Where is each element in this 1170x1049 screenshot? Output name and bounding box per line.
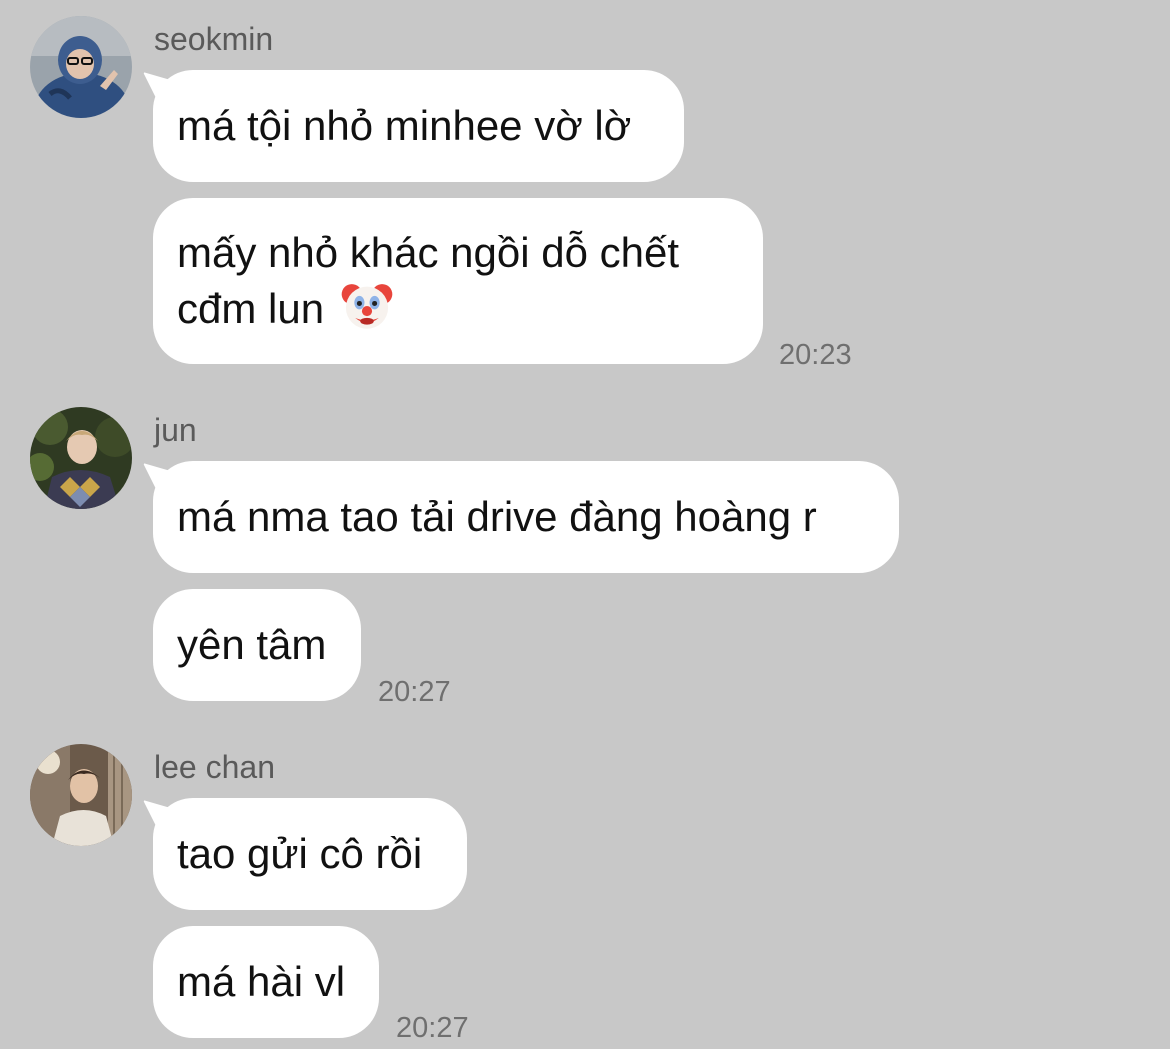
message-text: tao gửi cô rồi [177, 830, 423, 877]
sender-name: jun [154, 412, 197, 448]
message-bubble[interactable]: yên tâm [153, 589, 361, 701]
message-line: mấy nhỏ khác ngồi dỗ chết [177, 229, 679, 276]
message-text: má nma tao tải drive đàng hoàng r [177, 493, 817, 540]
message-text: má tội nhỏ minhee vờ lờ [177, 102, 632, 149]
avatar-jun[interactable] [30, 407, 132, 509]
message-bubble[interactable]: má tội nhỏ minhee vờ lờ [153, 70, 684, 182]
message-bubble[interactable]: mấy nhỏ khác ngồi dỗ chết cđm lun [153, 198, 763, 364]
timestamp: 20:27 [396, 1012, 469, 1044]
avatar-photo-icon [30, 16, 132, 118]
message-text-block: mấy nhỏ khác ngồi dỗ chết cđm lun [177, 227, 679, 335]
message-text: yên tâm [177, 621, 327, 668]
message-bubble[interactable]: tao gửi cô rồi [153, 798, 467, 910]
clown-face-emoji-icon [341, 284, 393, 329]
sender-name: seokmin [154, 21, 274, 57]
timestamp: 20:27 [378, 676, 451, 708]
avatar-seokmin[interactable] [30, 16, 132, 118]
avatar-photo-icon [30, 407, 132, 509]
timestamp: 20:23 [779, 339, 852, 371]
sender-name: lee chan [154, 749, 275, 785]
message-bubble[interactable]: má hài vl [153, 926, 379, 1038]
avatar-lee-chan[interactable] [30, 744, 132, 846]
message-line: cđm lun [177, 285, 325, 332]
avatar-photo-icon [30, 744, 132, 846]
message-text: má hài vl [177, 958, 346, 1005]
message-bubble[interactable]: má nma tao tải drive đàng hoàng r [153, 461, 899, 573]
